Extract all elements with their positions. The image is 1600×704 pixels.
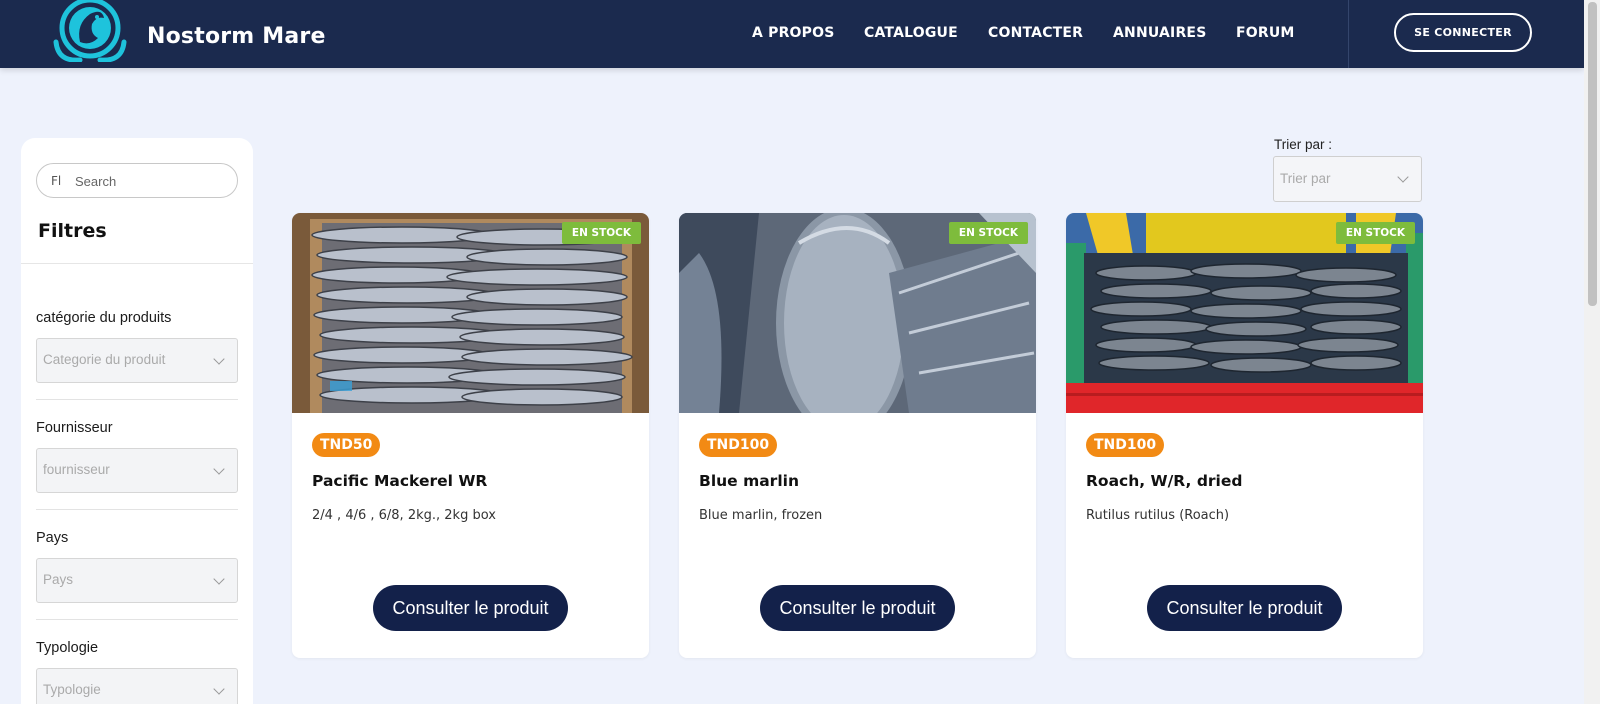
scrollbar-thumb[interactable] [1588, 2, 1597, 306]
stock-badge: EN STOCK [948, 222, 1028, 244]
chevron-down-icon [213, 683, 225, 695]
price-badge: TND100 [1086, 433, 1165, 457]
nav-forum[interactable]: FORUM [1236, 25, 1295, 41]
filter-typology-select[interactable]: Typologie [36, 668, 238, 704]
view-product-button[interactable]: Consulter le produit [760, 585, 955, 631]
nav-divider [1348, 0, 1349, 68]
divider [36, 399, 238, 400]
filter-country-placeholder: Pays [43, 572, 74, 587]
product-description: 2/4 , 4/6 , 6/8, 2kg., 2kg box [312, 508, 496, 523]
login-button[interactable]: SE CONNECTER [1394, 13, 1532, 52]
product-title[interactable]: Blue marlin [699, 472, 799, 490]
search-box[interactable]: Fl [36, 163, 238, 198]
filter-supplier-placeholder: fournisseur [43, 462, 110, 477]
divider [21, 263, 253, 264]
logo-icon[interactable] [50, 0, 130, 62]
sort-label: Trier par : [1274, 137, 1333, 152]
navbar: Nostorm Mare A PROPOS CATALOGUE CONTACTE… [0, 0, 1584, 68]
filter-category-placeholder: Categorie du produit [43, 352, 166, 367]
chevron-down-icon [213, 463, 225, 475]
product-title[interactable]: Pacific Mackerel WR [312, 472, 487, 490]
nav-annuaires[interactable]: ANNUAIRES [1113, 25, 1206, 41]
divider [36, 619, 238, 620]
filter-category-label: catégorie du produits [36, 310, 172, 326]
page-scrollbar[interactable] [1584, 0, 1600, 704]
price-badge: TND100 [699, 433, 778, 457]
filter-typology-placeholder: Typologie [43, 682, 101, 697]
chevron-down-icon [213, 573, 225, 585]
product-image[interactable]: EN STOCK [292, 213, 649, 413]
divider [36, 509, 238, 510]
filter-sidebar: Fl Filtres catégorie du produits Categor… [21, 138, 253, 704]
price-badge: TND50 [312, 433, 381, 457]
product-card[interactable]: EN STOCK TND50 Pacific Mackerel WR 2/4 ,… [292, 213, 649, 658]
stock-badge: EN STOCK [1335, 222, 1415, 244]
product-description: Rutilus rutilus (Roach) [1086, 508, 1230, 523]
nav-a-propos[interactable]: A PROPOS [752, 25, 835, 41]
chevron-down-icon [1397, 171, 1409, 183]
filter-supplier-select[interactable]: fournisseur [36, 448, 238, 493]
product-image[interactable]: EN STOCK [679, 213, 1036, 413]
stock-badge: EN STOCK [561, 222, 641, 244]
product-card[interactable]: EN STOCK TND100 Roach, W/R, dried Rutilu… [1066, 213, 1423, 658]
filter-supplier-label: Fournisseur [36, 420, 113, 436]
product-title[interactable]: Roach, W/R, dried [1086, 472, 1242, 490]
search-icon: Fl [51, 174, 62, 188]
sort-placeholder: Trier par [1280, 171, 1331, 186]
sort-select[interactable]: Trier par [1273, 156, 1422, 202]
filter-typology-label: Typologie [36, 640, 99, 656]
product-card[interactable]: EN STOCK TND100 Blue marlin Blue marlin,… [679, 213, 1036, 658]
filters-title: Filtres [38, 220, 107, 242]
nav-contacter[interactable]: CONTACTER [988, 25, 1083, 41]
filter-category-select[interactable]: Categorie du produit [36, 338, 238, 383]
nav-catalogue[interactable]: CATALOGUE [864, 25, 958, 41]
product-description: Blue marlin, frozen [699, 508, 823, 523]
brand-name[interactable]: Nostorm Mare [147, 24, 326, 49]
search-input[interactable] [75, 171, 225, 191]
filter-country-select[interactable]: Pays [36, 558, 238, 603]
filter-country-label: Pays [36, 530, 69, 546]
chevron-down-icon [213, 353, 225, 365]
product-image[interactable]: EN STOCK [1066, 213, 1423, 413]
view-product-button[interactable]: Consulter le produit [1147, 585, 1342, 631]
view-product-button[interactable]: Consulter le produit [373, 585, 568, 631]
